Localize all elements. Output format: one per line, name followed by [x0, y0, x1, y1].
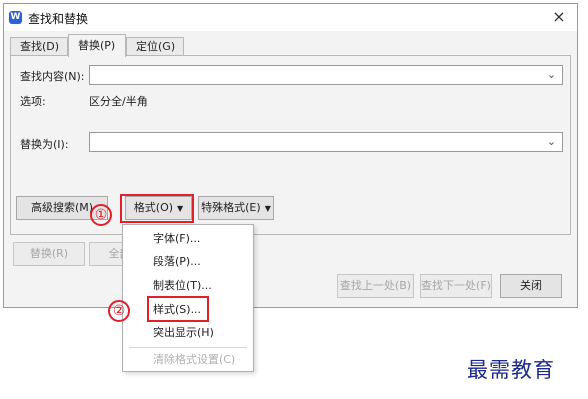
chevron-down-icon[interactable]: ⌄ — [547, 135, 556, 148]
close-icon[interactable]: × — [549, 6, 569, 28]
find-label: 查找内容(N): — [20, 70, 85, 83]
menu-item-highlight[interactable]: 突出显示(H) — [123, 322, 253, 344]
replace-label: 替换为(I): — [20, 138, 69, 151]
tab-find[interactable]: 查找(D) — [10, 37, 68, 56]
replace-button[interactable]: 替换(R) — [13, 242, 85, 266]
replace-input[interactable]: ⌄ — [89, 132, 563, 152]
dialog-title: 查找和替换 — [28, 12, 89, 26]
highlight-box-style — [147, 296, 209, 322]
tab-goto[interactable]: 定位(G) — [126, 37, 184, 56]
menu-item-clear-format[interactable]: 清除格式设置(C) — [123, 349, 253, 371]
highlight-box-format — [120, 194, 194, 223]
wps-app-icon: W — [9, 11, 22, 24]
watermark-text: 最需教育 — [467, 358, 555, 382]
find-previous-button[interactable]: 查找上一处(B) — [337, 274, 414, 298]
options-value: 区分全/半角 — [89, 95, 148, 108]
tab-replace[interactable]: 替换(P) — [68, 34, 126, 57]
find-next-button[interactable]: 查找下一处(F) — [420, 274, 492, 298]
menu-separator — [129, 347, 247, 348]
title-bar[interactable]: W 查找和替换 × — [4, 4, 577, 31]
menu-item-tabs[interactable]: 制表位(T)... — [123, 275, 253, 297]
options-label: 选项: — [20, 95, 46, 108]
special-format-button[interactable]: 特殊格式(E) ▼ — [198, 196, 274, 220]
find-replace-dialog: W 查找和替换 × 查找(D) 替换(P) 定位(G) 查找内容(N): ⌄ 选… — [3, 3, 578, 308]
advanced-search-label: 高级搜索(M) — [30, 201, 94, 214]
chevron-down-icon[interactable]: ⌄ — [547, 68, 556, 81]
step-1-marker: ① — [90, 204, 112, 226]
caret-down-icon: ▼ — [264, 204, 271, 213]
step-2-marker: ② — [108, 300, 130, 322]
menu-item-paragraph[interactable]: 段落(P)... — [123, 251, 253, 273]
special-format-label: 特殊格式(E) — [201, 201, 261, 214]
close-button[interactable]: 关闭 — [500, 274, 562, 298]
menu-item-font[interactable]: 字体(F)... — [123, 228, 253, 250]
find-input[interactable]: ⌄ — [89, 65, 563, 85]
